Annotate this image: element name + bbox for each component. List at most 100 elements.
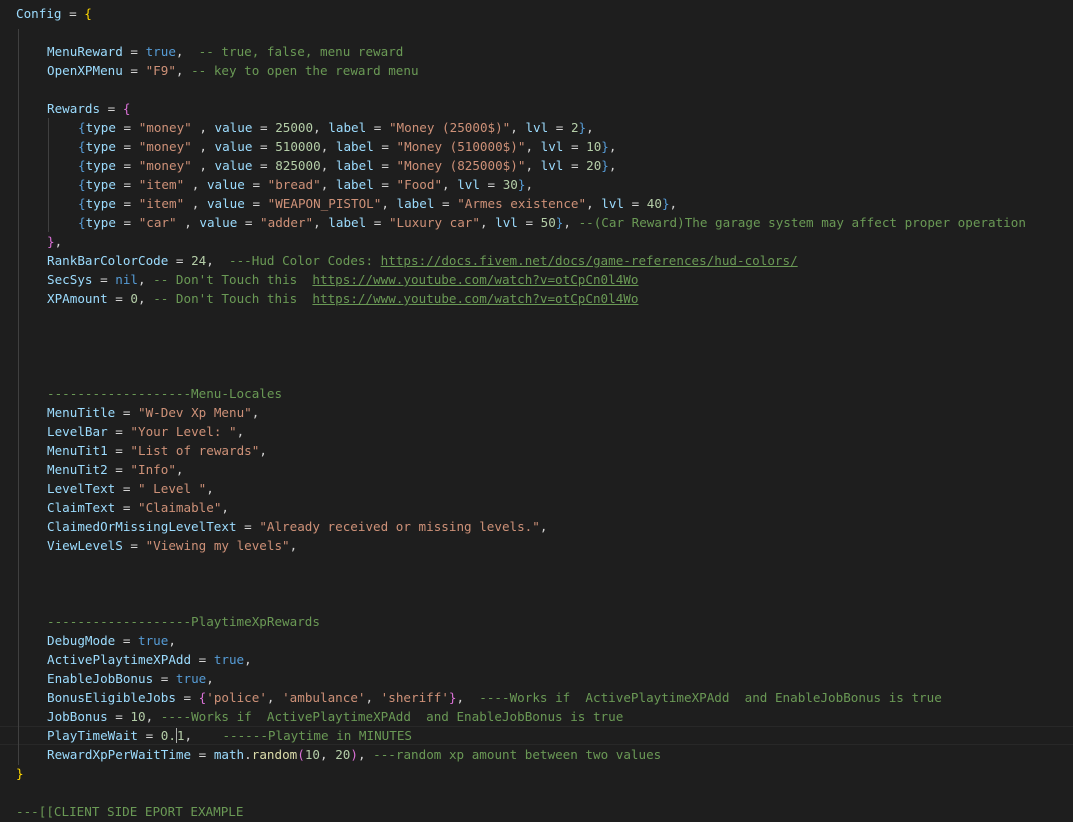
code-line[interactable]: MenuTit1 = "List of rewards", (47, 441, 267, 460)
code-token: "bread" (267, 177, 321, 192)
code-link[interactable]: https://www.youtube.com/watch?v=otCpCn0l… (312, 291, 638, 306)
code-line[interactable]: BonusEligibleJobs = {'police', 'ambulanc… (47, 688, 942, 707)
code-line[interactable]: ClaimedOrMissingLevelText = "Already rec… (47, 517, 547, 536)
code-line[interactable]: } (16, 764, 24, 783)
code-line[interactable]: RewardXpPerWaitTime = math.random(10, 20… (47, 745, 661, 764)
code-line[interactable]: MenuTit2 = "Info", (47, 460, 184, 479)
code-token: "WEAPON_PISTOL" (267, 196, 382, 211)
code-token: , (525, 139, 541, 154)
code-token: } (601, 158, 609, 173)
code-line[interactable]: MenuReward = true, -- true, false, menu … (47, 42, 403, 61)
code-token: 10 (130, 709, 146, 724)
code-token: , (175, 44, 199, 59)
code-token: EnableJobBonus (47, 671, 154, 686)
code-line[interactable]: OpenXPMenu = "F9", -- key to open the re… (47, 61, 419, 80)
code-token: { (78, 177, 86, 192)
code-token: , (138, 272, 154, 287)
code-line[interactable]: RankBarColorCode = 24, ---Hud Color Code… (47, 251, 798, 270)
code-token: type (85, 120, 116, 135)
code-token: = (122, 44, 146, 59)
code-line[interactable]: ClaimText = "Claimable", (47, 498, 229, 517)
code-line[interactable]: -------------------Menu-Locales (47, 384, 282, 403)
code-token: random (251, 747, 298, 762)
code-token: "car" (138, 215, 177, 230)
code-token: "Money (25000$)" (388, 120, 511, 135)
code-token: MenuTit1 (47, 443, 108, 458)
code-token: label (335, 177, 374, 192)
code-token: 510000 (275, 139, 321, 154)
code-token: = (138, 728, 161, 743)
code-line[interactable]: ViewLevelS = "Viewing my levels", (47, 536, 297, 555)
code-line[interactable]: EnableJobBonus = true, (47, 669, 214, 688)
code-token: = (548, 120, 571, 135)
code-token: = (237, 215, 261, 230)
code-line[interactable]: Rewards = { (47, 99, 130, 118)
code-token: "Viewing my levels" (145, 538, 290, 553)
code-line[interactable]: }, (47, 232, 62, 251)
code-token: 825000 (275, 158, 321, 173)
code-line[interactable]: ActivePlaytimeXPAdd = true, (47, 650, 252, 669)
code-line[interactable]: DebugMode = true, (47, 631, 176, 650)
code-token: = (107, 709, 131, 724)
code-token: , (221, 500, 229, 515)
code-token: ----Works if ActivePlaytimeXPAdd and Ena… (479, 690, 942, 705)
code-token: , (456, 690, 480, 705)
code-token: = (61, 6, 85, 21)
code-token: 'ambulance' (282, 690, 366, 705)
code-token: = (115, 633, 138, 648)
code-token: { (78, 158, 86, 173)
code-line[interactable]: JobBonus = 10, ----Works if ActivePlayti… (47, 707, 623, 726)
code-line[interactable]: SecSys = nil, -- Don't Touch this https:… (47, 270, 638, 289)
code-token: , (539, 519, 548, 534)
code-line[interactable]: -------------------PlaytimeXpRewards (47, 612, 320, 631)
code-line[interactable]: {type = "car" , value = "adder", label =… (78, 213, 1026, 232)
code-token: { (78, 139, 86, 154)
code-line[interactable]: LevelText = " Level ", (47, 479, 214, 498)
code-line[interactable]: MenuTitle = "W-Dev Xp Menu", (47, 403, 259, 422)
code-token: ---[[CLIENT SIDE EPORT EXAMPLE (16, 804, 244, 819)
code-token: = (115, 158, 139, 173)
code-token: "Your Level: " (130, 424, 237, 439)
code-line[interactable]: {type = "money" , value = 25000, label =… (78, 118, 594, 137)
code-token: lvl (540, 139, 564, 154)
code-line[interactable]: {type = "money" , value = 825000, label … (78, 156, 616, 175)
code-token: , (525, 158, 541, 173)
code-token: "Armes existence" (457, 196, 587, 211)
code-token: = (517, 215, 541, 230)
code-token: SecSys (47, 272, 93, 287)
code-token: label (396, 196, 435, 211)
code-token: label (328, 120, 367, 135)
code-line[interactable]: PlayTimeWait = 0.1, ------Playtime in MI… (47, 726, 412, 745)
code-line[interactable]: Config = { (16, 4, 92, 23)
code-editor[interactable]: Config = { MenuReward = true, -- true, fa… (0, 0, 1073, 822)
code-token: = (115, 215, 139, 230)
code-line[interactable]: {type = "item" , value = "WEAPON_PISTOL"… (78, 194, 677, 213)
code-token: , (479, 215, 496, 230)
code-token: = (252, 120, 276, 135)
code-token: = (244, 177, 268, 192)
code-token: "item" (138, 177, 185, 192)
code-token: } (661, 196, 670, 211)
code-line[interactable]: {type = "money" , value = 510000, label … (78, 137, 616, 156)
code-token: 40 (646, 196, 662, 211)
code-token: = (107, 443, 131, 458)
code-line[interactable]: {type = "item" , value = "bread", label … (78, 175, 533, 194)
code-token: = (115, 120, 139, 135)
code-token: } (16, 766, 24, 781)
code-line[interactable]: XPAmount = 0, -- Don't Touch this https:… (47, 289, 638, 308)
code-token: , (525, 177, 534, 192)
code-line[interactable]: LevelBar = "Your Level: ", (47, 422, 244, 441)
code-token: value (206, 177, 245, 192)
code-link[interactable]: https://www.youtube.com/watch?v=otCpCn0l… (312, 272, 638, 287)
code-token: math (213, 747, 245, 762)
code-token: type (85, 215, 116, 230)
code-line[interactable]: ---[[CLIENT SIDE EPORT EXAMPLE (16, 802, 243, 821)
code-token: 0. (160, 728, 176, 743)
code-token: 20 (586, 158, 602, 173)
code-token: , (145, 709, 161, 724)
code-token: , (669, 196, 678, 211)
code-link[interactable]: https://docs.fivem.net/docs/game-referen… (381, 253, 798, 268)
code-token: 2 (570, 120, 579, 135)
code-token: { (78, 215, 86, 230)
code-token: = (366, 215, 389, 230)
